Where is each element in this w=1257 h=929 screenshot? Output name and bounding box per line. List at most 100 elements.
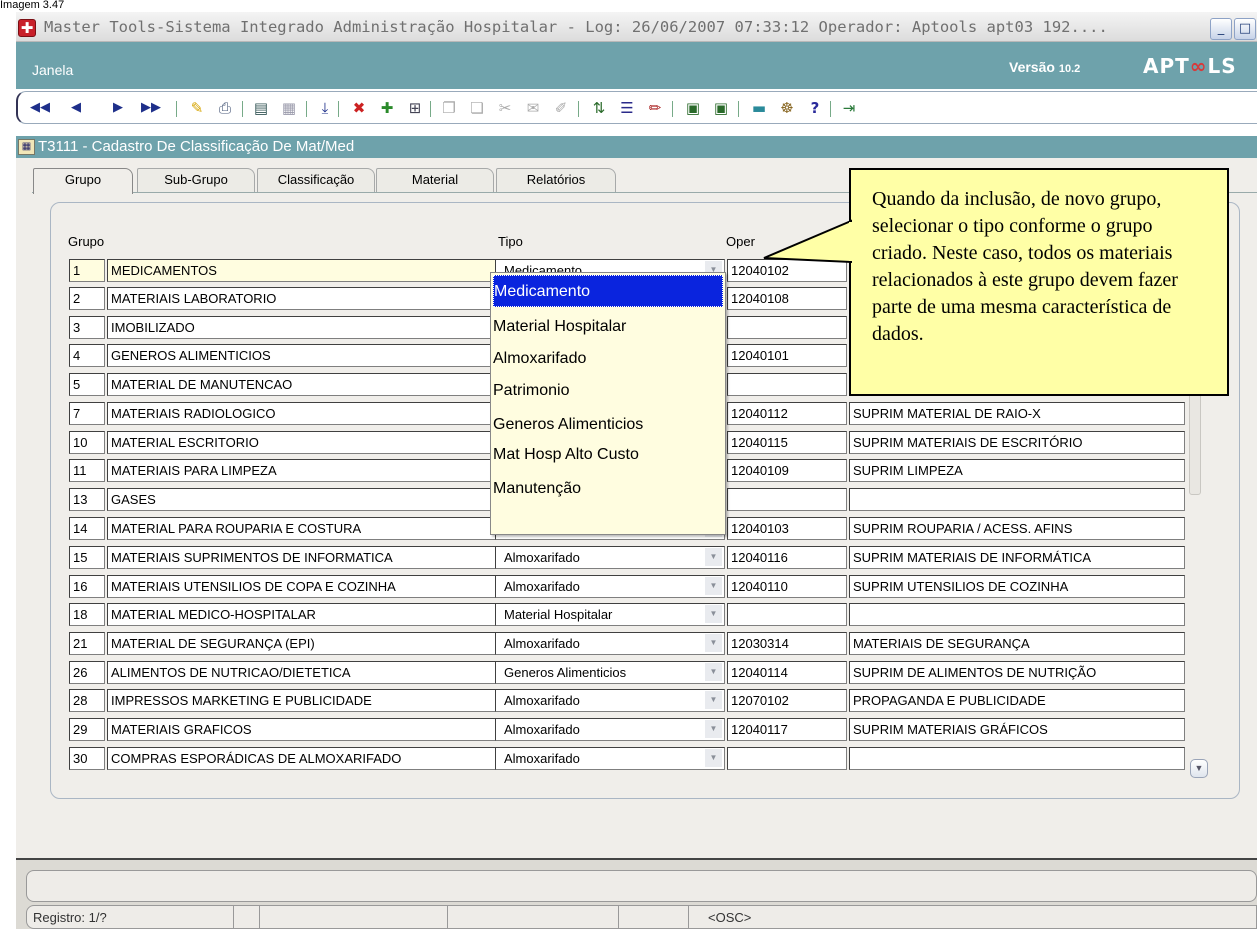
pen-icon[interactable]: ✏: [644, 98, 666, 118]
conta-field[interactable]: 12040108: [727, 287, 847, 310]
chevron-down-icon[interactable]: ▼: [705, 720, 722, 738]
group-name-field[interactable]: MATERIAL DE SEGURANÇA (EPI): [107, 632, 547, 655]
group-code-field[interactable]: 16: [69, 575, 105, 598]
conta-field[interactable]: 12040102: [727, 259, 847, 282]
minimize-button[interactable]: _: [1210, 18, 1232, 40]
menu-janela[interactable]: Janela: [32, 62, 73, 78]
help-icon[interactable]: ?: [804, 98, 826, 118]
conta-field[interactable]: [727, 316, 847, 339]
group-code-field[interactable]: 21: [69, 632, 105, 655]
conta-field[interactable]: 12040109: [727, 459, 847, 482]
import-icon[interactable]: ▣: [710, 98, 732, 118]
tab-classificacao[interactable]: Classificação: [257, 168, 375, 192]
tipo-select[interactable]: Almoxarifado: [495, 575, 725, 598]
conta-field[interactable]: 12040112: [727, 402, 847, 425]
sort-icon[interactable]: ⇅: [588, 98, 610, 118]
conta-field[interactable]: [727, 603, 847, 626]
first-record-icon[interactable]: ◀◀: [30, 98, 50, 118]
chevron-down-icon[interactable]: ▼: [705, 605, 722, 623]
dropdown-option-patrimonio[interactable]: Patrimonio: [493, 375, 723, 407]
conta-field[interactable]: 12040101: [727, 344, 847, 367]
dropdown-option-material-hospitalar[interactable]: Material Hospitalar: [493, 311, 723, 343]
group-name-field[interactable]: MEDICAMENTOS: [107, 259, 547, 282]
copy-icon[interactable]: ❐: [438, 98, 460, 118]
group-name-field[interactable]: COMPRAS ESPORÁDICAS DE ALMOXARIFADO: [107, 747, 547, 770]
conta-field[interactable]: 12070102: [727, 689, 847, 712]
conta-desc-field[interactable]: [849, 603, 1185, 626]
tipo-select[interactable]: Almoxarifado: [495, 747, 725, 770]
group-name-field[interactable]: IMOBILIZADO: [107, 316, 547, 339]
dropdown-option-medicamento[interactable]: Medicamento: [493, 275, 723, 307]
group-name-field[interactable]: ALIMENTOS DE NUTRICAO/DIETETICA: [107, 661, 547, 684]
group-name-field[interactable]: MATERIAL ESCRITORIO: [107, 431, 547, 454]
next-record-icon[interactable]: ▶: [110, 98, 126, 118]
tab-sub-grupo[interactable]: Sub-Grupo: [137, 168, 255, 192]
conta-desc-field[interactable]: SUPRIM LIMPEZA: [849, 459, 1185, 482]
clear-icon[interactable]: ✉: [522, 98, 544, 118]
chevron-down-icon[interactable]: ▼: [705, 691, 722, 709]
group-name-field[interactable]: MATERIAL MEDICO-HOSPITALAR: [107, 603, 547, 626]
chevron-down-icon[interactable]: ▼: [705, 577, 722, 595]
conta-desc-field[interactable]: [849, 488, 1185, 511]
list-icon[interactable]: ☰: [616, 98, 638, 118]
conta-field[interactable]: 12040110: [727, 575, 847, 598]
minimize-icon[interactable]: ▬: [748, 98, 770, 118]
conta-field[interactable]: 12040117: [727, 718, 847, 741]
conta-field[interactable]: [727, 373, 847, 396]
conta-field[interactable]: [727, 488, 847, 511]
tab-grupo[interactable]: Grupo: [33, 168, 133, 194]
tab-relatorios[interactable]: Relatórios: [496, 168, 616, 192]
tipo-select[interactable]: Almoxarifado: [495, 632, 725, 655]
dropdown-option-mat-hosp-alto-custo[interactable]: Mat Hosp Alto Custo: [493, 439, 723, 471]
conta-field[interactable]: [727, 747, 847, 770]
group-code-field[interactable]: 11: [69, 459, 105, 482]
group-code-field[interactable]: 28: [69, 689, 105, 712]
conta-field[interactable]: 12040103: [727, 517, 847, 540]
group-code-field[interactable]: 26: [69, 661, 105, 684]
export-icon[interactable]: ▣: [682, 98, 704, 118]
conta-desc-field[interactable]: SUPRIM MATERIAIS GRÁFICOS: [849, 718, 1185, 741]
group-code-field[interactable]: 10: [69, 431, 105, 454]
group-name-field[interactable]: MATERIAIS PARA LIMPEZA: [107, 459, 547, 482]
conta-field[interactable]: 12040114: [727, 661, 847, 684]
edit-icon[interactable]: ✎: [186, 98, 208, 118]
dropdown-option-generos-alimenticios[interactable]: Generos Alimenticios: [493, 409, 723, 441]
tipo-select[interactable]: Almoxarifado: [495, 689, 725, 712]
exit-icon[interactable]: ⇥: [838, 98, 860, 118]
chevron-down-icon[interactable]: ▼: [705, 548, 722, 566]
prev-record-icon[interactable]: ◀: [68, 98, 84, 118]
conta-desc-field[interactable]: [849, 747, 1185, 770]
conta-field[interactable]: 12040115: [727, 431, 847, 454]
conta-field[interactable]: 12040116: [727, 546, 847, 569]
tipo-select[interactable]: Almoxarifado: [495, 546, 725, 569]
conta-desc-field[interactable]: SUPRIM MATERIAIS DE ESCRITÓRIO: [849, 431, 1185, 454]
group-name-field[interactable]: MATERIAIS LABORATORIO: [107, 287, 547, 310]
group-code-field[interactable]: 2: [69, 287, 105, 310]
conta-desc-field[interactable]: SUPRIM MATERIAIS DE INFORMÁTICA: [849, 546, 1185, 569]
group-code-field[interactable]: 4: [69, 344, 105, 367]
group-code-field[interactable]: 15: [69, 546, 105, 569]
query-execute-icon[interactable]: ▦: [278, 98, 300, 118]
query-icon[interactable]: ▤: [250, 98, 272, 118]
conta-desc-field[interactable]: SUPRIM DE ALIMENTOS DE NUTRIÇÃO: [849, 661, 1185, 684]
conta-desc-field[interactable]: MATERIAIS DE SEGURANÇA: [849, 632, 1185, 655]
chevron-down-icon[interactable]: ▼: [705, 663, 722, 681]
group-code-field[interactable]: 30: [69, 747, 105, 770]
erase-icon[interactable]: ✐: [550, 98, 572, 118]
conta-field[interactable]: 12030314: [727, 632, 847, 655]
grid-icon[interactable]: ⊞: [404, 98, 426, 118]
group-name-field[interactable]: MATERIAL DE MANUTENCAO: [107, 373, 547, 396]
print-icon[interactable]: ⎙: [214, 98, 236, 118]
maximize-button[interactable]: □: [1234, 18, 1256, 40]
tipo-select[interactable]: Almoxarifado: [495, 718, 725, 741]
group-name-field[interactable]: GASES: [107, 488, 547, 511]
save-down-icon[interactable]: ⤓: [316, 98, 334, 118]
group-name-field[interactable]: IMPRESSOS MARKETING E PUBLICIDADE: [107, 689, 547, 712]
group-code-field[interactable]: 13: [69, 488, 105, 511]
group-code-field[interactable]: 1: [69, 259, 105, 282]
chevron-down-icon[interactable]: ▼: [705, 634, 722, 652]
group-code-field[interactable]: 29: [69, 718, 105, 741]
tab-material[interactable]: Material: [376, 168, 494, 192]
dropdown-option-almoxarifado[interactable]: Almoxarifado: [493, 343, 723, 375]
group-name-field[interactable]: MATERIAIS RADIOLOGICO: [107, 402, 547, 425]
